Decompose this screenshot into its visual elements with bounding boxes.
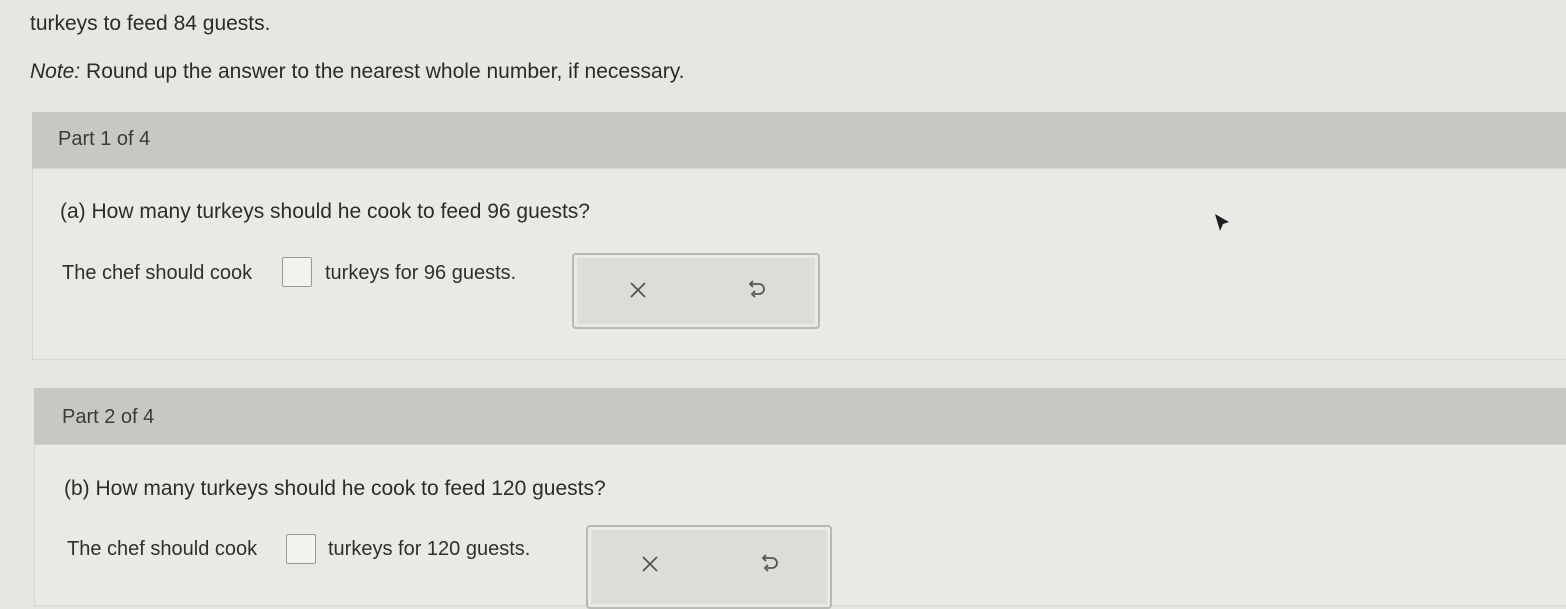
- part-1-label: Part 1 of 4: [58, 128, 151, 150]
- part-1-answer-prefix: The chef should cook: [62, 262, 253, 284]
- part-1-action-panel: [572, 253, 820, 329]
- part-2-answer-input[interactable]: [286, 534, 316, 564]
- part-1-clear-button[interactable]: [618, 270, 658, 310]
- part-1-answer-input[interactable]: [282, 257, 312, 287]
- part-1-answer-suffix: turkeys for 96 guests.: [325, 262, 517, 284]
- part-2-clear-button[interactable]: [630, 544, 670, 584]
- note-text: Note: Round up the answer to the nearest…: [30, 60, 685, 84]
- note-body: Round up the answer to the nearest whole…: [80, 60, 685, 83]
- part-2-label: Part 2 of 4: [62, 406, 155, 428]
- close-icon: [642, 556, 658, 572]
- part-2-action-panel: [586, 525, 832, 609]
- problem-text-tail: turkeys to feed 84 guests.: [30, 12, 270, 36]
- part-2-header[interactable]: [34, 388, 1566, 444]
- part-1-header[interactable]: [32, 112, 1566, 168]
- part-2-question: (b) How many turkeys should he cook to f…: [64, 477, 606, 500]
- part-2-answer-prefix: The chef should cook: [67, 538, 258, 560]
- undo-icon: [748, 280, 765, 298]
- note-label: Note:: [30, 60, 81, 83]
- mouse-cursor-icon: [1215, 214, 1229, 231]
- close-icon: [630, 282, 646, 298]
- part-1-question: (a) How many turkeys should he cook to f…: [60, 200, 590, 223]
- part-1-reset-button[interactable]: [736, 270, 776, 310]
- undo-icon: [761, 554, 778, 572]
- part-2-answer-suffix: turkeys for 120 guests.: [328, 538, 531, 560]
- problem-text-line: turkeys to feed 84 guests.: [30, 12, 271, 35]
- part-2-reset-button[interactable]: [749, 544, 789, 584]
